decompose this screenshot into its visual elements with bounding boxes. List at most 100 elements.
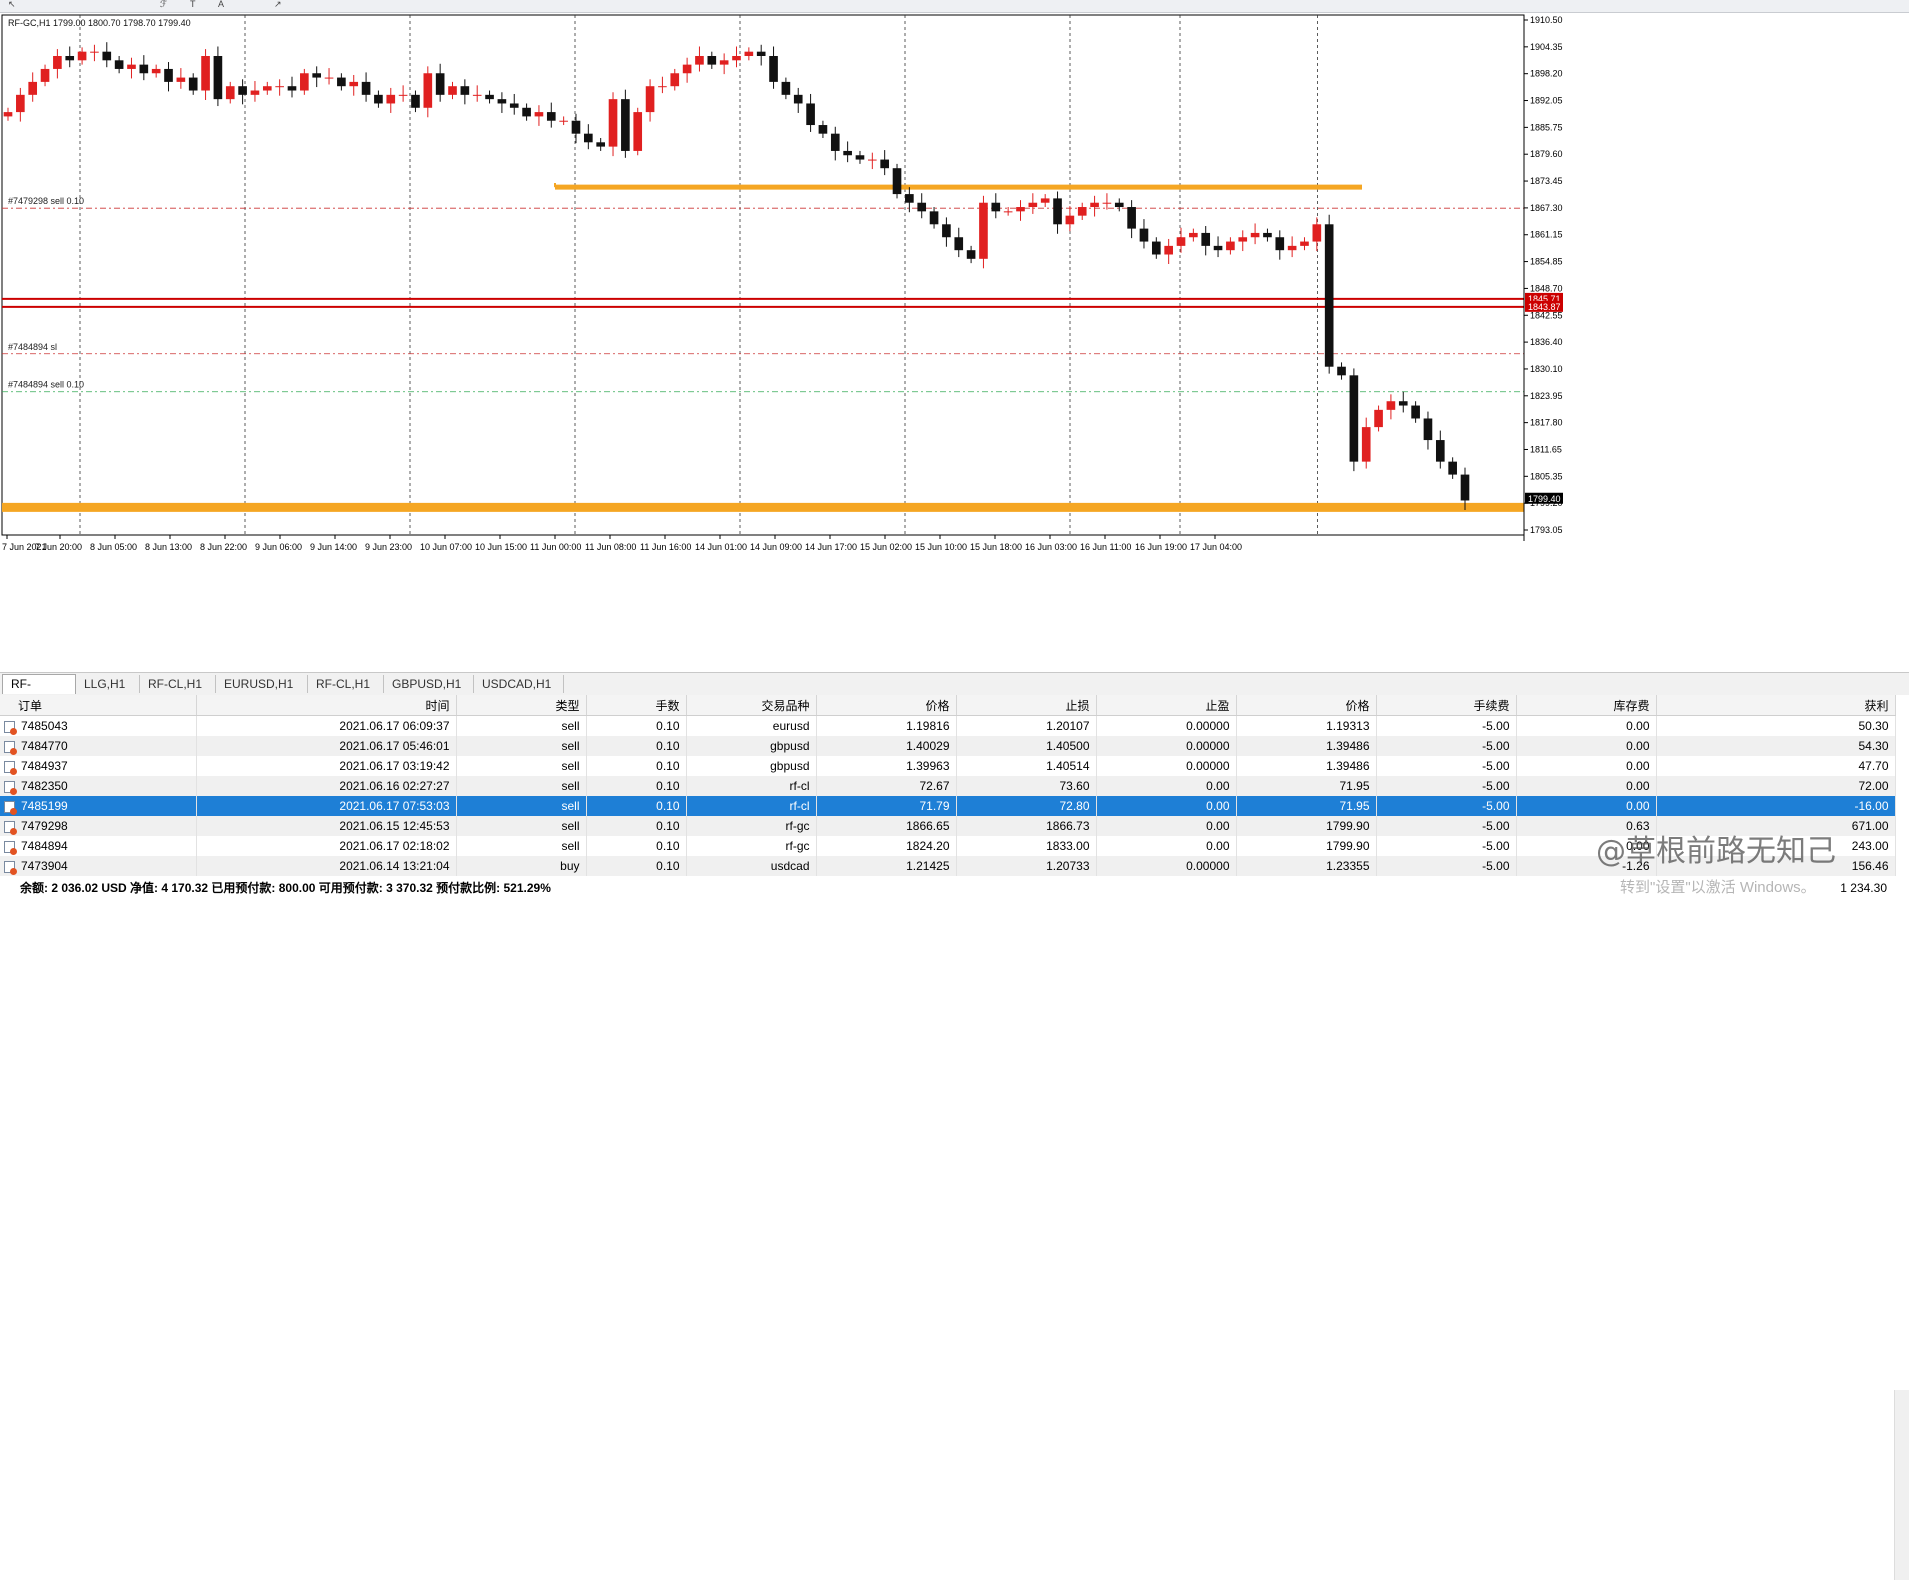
table-cell: 2021.06.15 12:45:53 bbox=[196, 816, 457, 836]
candle-body bbox=[3, 112, 13, 117]
table-row[interactable]: 7484937 2021.06.17 03:19:42 sell 0.10 gbpusd… bbox=[0, 756, 1896, 776]
column-header[interactable]: 时间 bbox=[196, 695, 457, 716]
column-header[interactable]: 手数 bbox=[586, 695, 687, 716]
price-tick-label: 1793.05 bbox=[1530, 525, 1563, 535]
table-row[interactable]: 7484770 2021.06.17 05:46:01 sell 0.10 gbpusd… bbox=[0, 736, 1896, 756]
column-header[interactable]: 获利 bbox=[1656, 695, 1896, 716]
candle-body bbox=[1176, 237, 1186, 246]
order-id: 7485043 bbox=[21, 719, 68, 733]
time-tick-label: 16 Jun 03:00 bbox=[1025, 542, 1077, 552]
candle-body bbox=[670, 73, 680, 87]
candle-body bbox=[1213, 245, 1223, 251]
candle-body bbox=[966, 250, 976, 259]
table-cell: 2021.06.17 03:19:42 bbox=[196, 756, 457, 776]
candle-body bbox=[201, 55, 210, 91]
candle-body bbox=[929, 211, 939, 225]
candle-body bbox=[90, 51, 99, 53]
price-tick-label: 1836.40 bbox=[1530, 337, 1563, 347]
price-tick-label: 1885.75 bbox=[1530, 122, 1563, 132]
chart-tab-6[interactable]: USDCAD,H1 bbox=[474, 675, 564, 693]
cursor-icon[interactable]: ↖ bbox=[8, 0, 22, 9]
table-row[interactable]: 7482350 2021.06.16 02:27:27 sell 0.10 rf-cl 7… bbox=[0, 776, 1896, 796]
table-cell: 2021.06.14 13:21:04 bbox=[196, 856, 457, 876]
chart-tab-1[interactable]: LLG,H1 bbox=[76, 675, 140, 693]
order-id: 7479298 bbox=[21, 819, 68, 833]
table-row[interactable]: 7485043 2021.06.17 06:09:37 sell 0.10 eurusd… bbox=[0, 715, 1896, 736]
table-cell: 1.40514 bbox=[956, 756, 1097, 776]
column-header[interactable]: 订单 bbox=[0, 695, 197, 716]
column-header[interactable]: 交易品种 bbox=[686, 695, 817, 716]
candle-body bbox=[1139, 228, 1149, 242]
table-cell: 72.67 bbox=[816, 776, 957, 796]
table-cell: 1.39486 bbox=[1236, 736, 1377, 756]
table-row[interactable]: 7485199 2021.06.17 07:53:03 sell 0.10 rf-cl 7… bbox=[0, 796, 1896, 816]
chart-canvas[interactable]: #7479298 sell 0.10 #7484894 sl #7484894 se… bbox=[0, 13, 1909, 670]
arrow-tool-icon[interactable]: ↗ bbox=[274, 0, 288, 9]
candle-body bbox=[1238, 237, 1248, 242]
candle-body bbox=[1151, 241, 1161, 255]
chart-tab-3[interactable]: EURUSD,H1 bbox=[216, 675, 308, 693]
table-cell: 0.00 bbox=[1096, 796, 1237, 816]
table-cell: rf-gc bbox=[686, 816, 817, 836]
vertical-scrollbar[interactable] bbox=[1894, 1390, 1909, 1580]
candle-body bbox=[374, 94, 383, 104]
table-cell: -5.00 bbox=[1376, 776, 1517, 796]
candle-body bbox=[1386, 401, 1396, 410]
chart-tab-4[interactable]: RF-CL,H1 bbox=[308, 675, 384, 693]
table-cell: 1.39963 bbox=[816, 756, 957, 776]
time-tick-label: 16 Jun 19:00 bbox=[1135, 542, 1187, 552]
table-cell: 7485043 bbox=[0, 715, 197, 736]
chart-tab-5[interactable]: GBPUSD,H1 bbox=[384, 675, 474, 693]
price-chart[interactable]: #7479298 sell 0.10 #7484894 sl #7484894 se… bbox=[0, 13, 1909, 670]
column-header[interactable]: 止损 bbox=[956, 695, 1097, 716]
column-header[interactable]: 价格 bbox=[1236, 695, 1377, 716]
column-header[interactable]: 手续费 bbox=[1376, 695, 1517, 716]
candle-body bbox=[509, 103, 519, 108]
candle-body bbox=[1127, 207, 1136, 229]
candle-body bbox=[386, 94, 396, 104]
table-cell: 50.30 bbox=[1656, 715, 1896, 736]
candle-body bbox=[1114, 202, 1124, 208]
text-label-icon[interactable]: A bbox=[218, 0, 232, 9]
candle-body bbox=[608, 99, 618, 147]
candle-body bbox=[1226, 241, 1235, 251]
candle-body bbox=[695, 55, 704, 65]
column-header[interactable]: 止盈 bbox=[1096, 695, 1237, 716]
table-cell: -5.00 bbox=[1376, 715, 1517, 736]
table-cell: 2021.06.17 05:46:01 bbox=[196, 736, 457, 756]
time-tick-label: 15 Jun 02:00 bbox=[860, 542, 912, 552]
candle-body bbox=[905, 194, 914, 203]
candle-body bbox=[793, 94, 803, 104]
table-cell: 2021.06.17 07:53:03 bbox=[196, 796, 457, 816]
weibo-watermark: @草根前路无知己 bbox=[1596, 834, 1836, 869]
order-icon bbox=[4, 720, 17, 735]
order-level-label: #7479298 sell 0.10 bbox=[8, 196, 84, 206]
candle-body bbox=[176, 77, 186, 82]
table-cell: 71.79 bbox=[816, 796, 957, 816]
candle-body bbox=[781, 81, 791, 95]
candle-body bbox=[250, 90, 260, 95]
candle-body bbox=[164, 68, 173, 82]
table-cell: 1799.90 bbox=[1236, 836, 1377, 856]
candle-body bbox=[991, 202, 1001, 212]
column-header[interactable]: 价格 bbox=[816, 695, 957, 716]
table-cell: 0.00 bbox=[1516, 736, 1657, 756]
column-header[interactable]: 类型 bbox=[456, 695, 587, 716]
chart-tab-2[interactable]: RF-CL,H1 bbox=[140, 675, 216, 693]
candle-body bbox=[1324, 224, 1334, 367]
order-icon bbox=[4, 820, 17, 835]
table-cell: 73.60 bbox=[956, 776, 1097, 796]
table-cell: 0.00000 bbox=[1096, 756, 1237, 776]
account-summary-text: 余额: 2 036.02 USD 净值: 4 170.32 已用预付款: 800… bbox=[20, 881, 551, 895]
column-header[interactable]: 库存费 bbox=[1516, 695, 1657, 716]
chart-tab-0[interactable]: RF-GC,H1 bbox=[2, 674, 76, 709]
time-tick-label: 10 Jun 07:00 bbox=[420, 542, 472, 552]
text-tool-icon[interactable]: T bbox=[190, 0, 204, 9]
candle-body bbox=[682, 64, 692, 74]
candle-body bbox=[225, 86, 235, 100]
order-level-label: #7484894 sl bbox=[8, 342, 57, 352]
table-cell: 7479298 bbox=[0, 816, 197, 836]
time-tick-label: 8 Jun 22:00 bbox=[200, 542, 247, 552]
fibonacci-icon[interactable]: ℱ bbox=[160, 0, 174, 9]
table-cell: 1824.20 bbox=[816, 836, 957, 856]
